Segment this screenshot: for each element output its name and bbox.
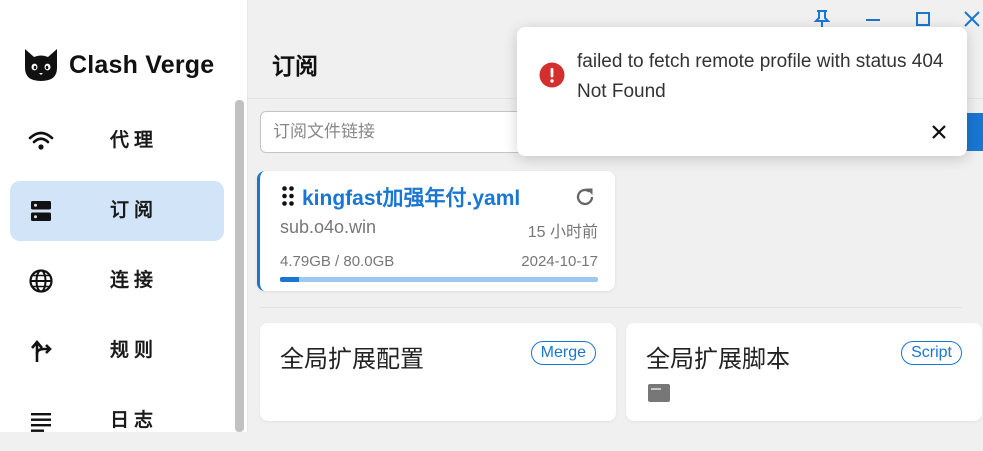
app-logo: Clash Verge [22,46,214,84]
sidebar-item-logs[interactable]: 日志 [10,391,224,451]
app-name: Clash Verge [69,50,215,79]
sidebar-item-rules[interactable]: 规则 [10,321,224,381]
list-lines-icon [31,413,51,432]
error-notification: failed to fetch remote profile with stat… [517,27,967,156]
dns-icon [31,201,51,221]
sidebar-item-label: 代理 [110,130,159,151]
sidebar-item-connections[interactable]: 连接 [10,251,224,311]
close-icon[interactable] [961,8,983,30]
notification-close-icon[interactable] [929,122,949,142]
profile-expire-date: 2024-10-17 [521,253,598,270]
sidebar-item-label: 连接 [110,270,159,291]
file-icon [648,384,670,402]
sidebar-item-proxies[interactable]: 代理 [10,111,224,171]
profile-name: kingfast加强年付.yaml [302,187,521,210]
notification-message: failed to fetch remote profile with stat… [577,51,944,102]
profile-url-input[interactable]: 订阅文件链接 [260,111,560,153]
sidebar-scrollbar[interactable] [235,100,244,432]
sidebar-item-label: 日志 [110,410,159,431]
global-script-card[interactable]: 全局扩展脚本 Script [626,323,982,421]
page-title: 订阅 [272,53,318,79]
usage-progress-fill [280,277,300,282]
profile-card[interactable]: kingfast加强年付.yaml sub.o4o.win 15 小时前 4.7… [257,171,615,291]
error-icon [539,62,565,88]
drag-handle-icon[interactable] [281,185,295,207]
sidebar-item-profiles[interactable]: 订阅 [10,181,224,241]
wifi-icon [28,131,54,150]
global-merge-card[interactable]: 全局扩展配置 Merge [260,323,616,421]
sidebar-item-label: 规则 [110,340,159,361]
profile-updated-time: 15 小时前 [527,224,598,241]
refresh-icon[interactable] [573,185,597,209]
fork-arrow-icon [31,339,52,362]
ext-card-title: 全局扩展配置 [280,346,424,373]
ext-card-title: 全局扩展脚本 [646,346,790,373]
cat-logo-icon [25,49,57,81]
script-badge: Script [901,341,962,365]
usage-progress-bar [280,277,598,282]
sidebar: Clash Verge 代理 订阅 连接 规则 日志 [0,0,248,432]
merge-badge: Merge [530,341,596,365]
sidebar-item-label: 订阅 [110,200,159,221]
profile-usage: 4.79GB / 80.0GB [280,253,395,270]
divider [260,307,962,308]
profile-host: sub.o4o.win [280,217,377,237]
globe-icon [29,269,53,293]
